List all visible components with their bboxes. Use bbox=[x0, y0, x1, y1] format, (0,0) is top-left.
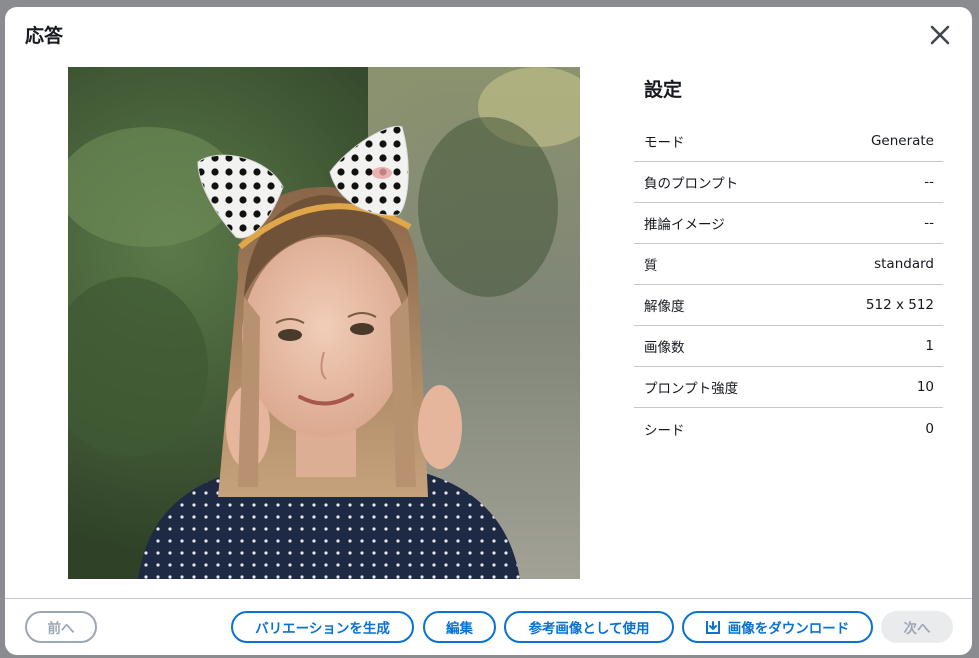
generate-variation-button[interactable]: バリエーションを生成 bbox=[231, 611, 414, 643]
download-image-button[interactable]: 画像をダウンロード bbox=[682, 611, 873, 643]
settings-row-inference-image: 推論イメージ -- bbox=[634, 203, 943, 244]
settings-label: 推論イメージ bbox=[644, 217, 725, 233]
settings-value: -- bbox=[924, 174, 934, 190]
settings-label: 解像度 bbox=[644, 299, 685, 315]
settings-value: Generate bbox=[870, 133, 934, 149]
close-icon bbox=[930, 25, 950, 45]
settings-row-image-count: 画像数 1 bbox=[634, 326, 943, 367]
settings-value: 512 x 512 bbox=[865, 297, 934, 313]
settings-row-seed: シード 0 bbox=[634, 408, 943, 449]
settings-value: 1 bbox=[925, 338, 934, 354]
close-button[interactable] bbox=[928, 23, 952, 47]
settings-row-resolution: 解像度 512 x 512 bbox=[634, 285, 943, 326]
settings-row-prompt-strength: プロンプト強度 10 bbox=[634, 367, 943, 408]
download-image-label: 画像をダウンロード bbox=[727, 621, 850, 637]
settings-row-mode: モード Generate bbox=[634, 121, 943, 162]
settings-value: -- bbox=[924, 215, 934, 231]
settings-value: standard bbox=[874, 256, 934, 272]
settings-row-quality: 質 standard bbox=[634, 244, 943, 285]
settings-value: 10 bbox=[916, 379, 934, 395]
previous-button[interactable]: 前へ bbox=[25, 611, 97, 643]
footer-divider bbox=[5, 598, 972, 599]
settings-panel: 設定 モード Generate 負のプロンプト -- 推論イメージ -- 質 s… bbox=[634, 77, 943, 449]
modal-header: 応答 bbox=[5, 7, 972, 59]
download-icon bbox=[705, 620, 720, 634]
settings-label: 画像数 bbox=[644, 340, 685, 356]
settings-label: モード bbox=[644, 135, 685, 151]
settings-title: 設定 bbox=[644, 79, 683, 101]
settings-label: プロンプト強度 bbox=[644, 381, 739, 397]
settings-label: 負のプロンプト bbox=[644, 176, 739, 192]
generated-image bbox=[68, 67, 580, 579]
settings-label: シード bbox=[644, 422, 685, 439]
use-as-reference-button[interactable]: 参考画像として使用 bbox=[504, 611, 674, 643]
next-button[interactable]: 次へ bbox=[881, 611, 953, 643]
edit-button[interactable]: 編集 bbox=[423, 611, 496, 643]
settings-value: 0 bbox=[925, 420, 934, 437]
response-modal: 応答 設定 モード Generate 負のプロンプト -- 推論イメージ -- … bbox=[5, 7, 972, 655]
settings-label: 質 bbox=[644, 258, 658, 274]
modal-title: 応答 bbox=[25, 25, 64, 47]
settings-row-negative-prompt: 負のプロンプト -- bbox=[634, 162, 943, 203]
